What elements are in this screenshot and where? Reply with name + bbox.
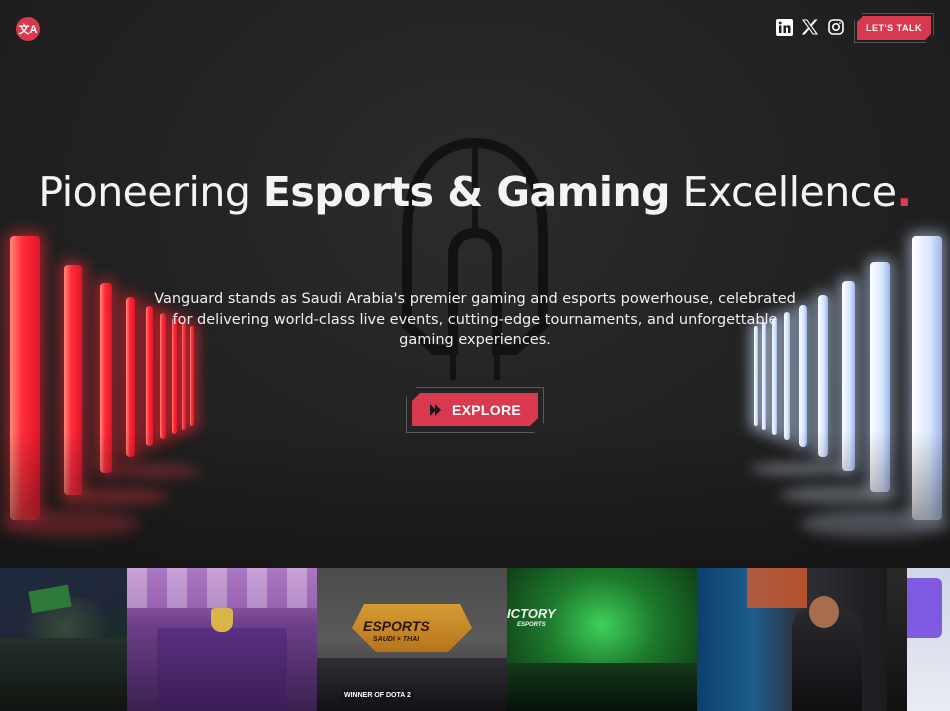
social-links (775, 18, 845, 36)
hero-floor (0, 430, 950, 568)
photo-gallery: ESPORTS SAUDI × THAI WINNER OF DOTA 2 IC… (0, 568, 950, 711)
instagram-icon[interactable] (827, 18, 845, 36)
esports-logo-subtext: SAUDI × THAI (373, 636, 420, 643)
translate-icon: 文A (18, 24, 38, 36)
hero-description: Vanguard stands as Saudi Arabia's premie… (154, 291, 796, 348)
explore-button[interactable]: EXPLORE (412, 393, 538, 426)
gallery-photo-edge[interactable] (887, 568, 950, 711)
headline-part: Excellence (670, 168, 897, 216)
gallery-photo-trophy-lift[interactable] (127, 568, 317, 711)
gallery-photo-esports-stage[interactable]: ESPORTS SAUDI × THAI WINNER OF DOTA 2 (317, 568, 507, 711)
gallery-photo-victory-esports[interactable]: ICTORY ESPORTS (507, 568, 697, 711)
hero-section (0, 0, 950, 568)
victory-logo-subtext: ESPORTS (517, 622, 546, 628)
headline-bold: Esports & Gaming (262, 168, 671, 216)
headline-dot: . (896, 168, 913, 216)
language-toggle-button[interactable]: 文A (16, 17, 40, 41)
linkedin-icon[interactable] (775, 18, 793, 36)
x-twitter-icon[interactable] (801, 18, 819, 36)
esports-logo-text: ESPORTS (363, 618, 430, 634)
hero-headline: Pioneering Esports & Gaming Excellence. (0, 168, 950, 216)
headline-part: Pioneering (38, 168, 263, 216)
gallery-photo-players-competing[interactable] (697, 568, 887, 711)
light-bar-right (799, 305, 807, 447)
winner-caption: WINNER OF DOTA 2 (341, 690, 414, 701)
victory-logo-text: ICTORY (507, 606, 556, 621)
explore-label: EXPLORE (451, 401, 521, 418)
lets-talk-button[interactable]: LET'S TALK (857, 16, 931, 40)
double-chevron-right-icon (429, 403, 443, 417)
gallery-photo-team-celebration[interactable] (0, 568, 127, 711)
